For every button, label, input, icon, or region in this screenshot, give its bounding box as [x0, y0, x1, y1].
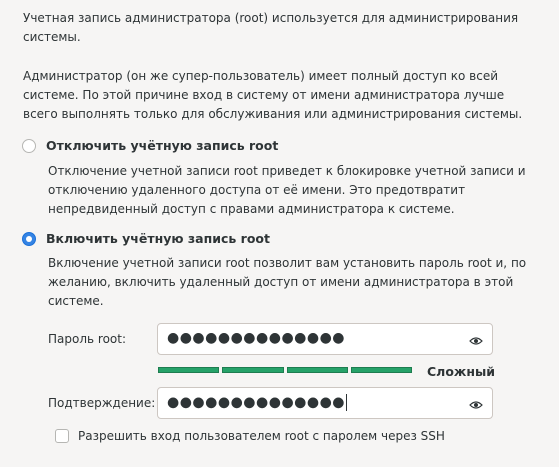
- strength-segment: [350, 367, 412, 373]
- root-password-label: Пароль root:: [48, 332, 126, 346]
- root-password-field[interactable]: ●●●●●●●●●●●●●●: [157, 323, 493, 355]
- disable-root-radio[interactable]: Отключить учётную запись root: [22, 138, 278, 153]
- enable-root-label[interactable]: Включить учётную запись root: [46, 231, 270, 246]
- eye-icon[interactable]: [469, 399, 483, 413]
- ssh-login-label[interactable]: Разрешить вход пользователем root с паро…: [78, 429, 445, 443]
- intro-text-1: Учетная запись администратора (root) исп…: [23, 11, 519, 44]
- confirm-password-field[interactable]: ●●●●●●●●●●●●●●: [157, 387, 493, 419]
- intro-text-2: Администратор (он же супер-пользователь)…: [23, 69, 523, 121]
- strength-segment: [158, 367, 220, 373]
- confirm-password-label: Подтверждение:: [48, 396, 156, 410]
- eye-icon[interactable]: [469, 335, 483, 349]
- confirm-mask: ●●●●●●●●●●●●●●: [167, 394, 348, 411]
- enable-root-radio[interactable]: Включить учётную запись root: [22, 231, 270, 246]
- strength-segment: [286, 367, 348, 373]
- disable-root-description: Отключение учетной записи root приведет …: [48, 164, 526, 216]
- text-cursor: [346, 394, 348, 411]
- radio-button-unchecked[interactable]: [22, 138, 36, 153]
- password-strength-label: Сложный: [427, 364, 496, 379]
- password-mask: ●●●●●●●●●●●●●●: [167, 330, 346, 346]
- disable-root-label[interactable]: Отключить учётную запись root: [46, 138, 278, 153]
- password-strength-bar: [158, 367, 412, 373]
- ssh-login-checkbox-row[interactable]: Разрешить вход пользователем root с паро…: [55, 429, 445, 443]
- strength-segment: [222, 367, 284, 373]
- radio-button-checked[interactable]: [22, 231, 36, 246]
- enable-root-description: Включение учетной записи root позволит в…: [48, 256, 527, 308]
- ssh-login-checkbox[interactable]: [55, 429, 69, 443]
